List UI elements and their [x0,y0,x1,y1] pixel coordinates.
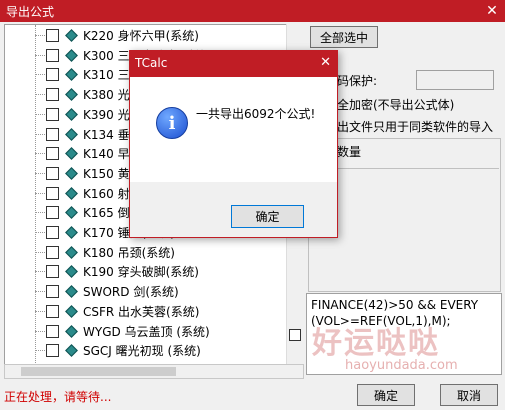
tree-branch-line [35,74,45,76]
tree-item[interactable]: CSFR 出水芙蓉(系统) [5,301,303,321]
password-protect-label: 码保护: [337,74,378,88]
formula-icon [65,265,78,279]
tree-branch-line [35,35,45,36]
tree-branch-line [35,192,45,194]
formula-icon [65,147,78,161]
tree-item-checkbox[interactable] [46,68,59,82]
tree-item-checkbox[interactable] [46,48,59,62]
tree-item[interactable]: K180 吊颈(系统) [5,242,303,262]
watermark-url: haoyundada.com [345,358,458,373]
formula-icon [65,206,78,220]
status-text: 正在处理，请等待... [4,390,112,404]
formula-icon [65,324,78,338]
tree-item-checkbox[interactable] [46,186,59,200]
cancel-button[interactable]: 取消 [440,384,498,406]
tree-item-checkbox[interactable] [46,206,59,220]
tree-item-checkbox[interactable] [46,147,59,161]
tree-item-label: K180 吊颈(系统) [83,245,175,260]
tree-branch-line [35,232,45,233]
export-same-software-option[interactable]: 出文件只用于同类软件的导入 [337,118,493,135]
formula-icon [65,226,78,239]
info-icon: i [156,107,188,139]
tree-branch-line [35,153,45,155]
dialog-ok-button[interactable]: 确定 [231,205,304,228]
tree-item-checkbox[interactable] [46,166,59,180]
dialog-title: TCalc [135,56,168,70]
tree-item-label: K190 穿头破脚(系统) [83,265,199,280]
formula-icon [65,48,78,62]
tree-item[interactable]: K220 身怀六甲(系统) [5,25,303,45]
tree-item-label: K220 身怀六甲(系统) [83,29,199,43]
tree-item[interactable]: SGCJ 曙光初现 (系统) [5,340,303,360]
tree-branch-line [35,172,45,174]
tree-item[interactable]: WYGD 乌云盖顶 (系统) [5,321,303,341]
tree-item-checkbox[interactable] [46,344,59,358]
close-icon[interactable]: ✕ [479,0,505,22]
formula-icon [65,29,78,42]
preview-checkbox[interactable] [289,329,301,341]
tree-item-checkbox[interactable] [46,226,59,239]
tree-branch-line [35,291,45,293]
tree-item-label: CSFR 出水芙蓉(系统) [83,304,200,319]
dialog-message: 一共导出6092个公式! [196,107,316,121]
tree-item-label: SGCJ 曙光初现 (系统) [83,344,201,359]
tree-branch-line [35,350,45,352]
tree-item-checkbox[interactable] [46,304,59,318]
tree-branch-line [35,310,45,312]
tree-branch-line [35,271,45,273]
formula-icon [65,245,78,259]
tree-branch-line [35,212,45,214]
tree-branch-line [35,133,45,135]
formula-icon [65,127,78,141]
formula-icon [65,167,78,180]
watermark-logo: 好运哒哒 [312,326,440,361]
dialog-titlebar: TCalc ✕ [130,51,337,77]
scrollbar-thumb[interactable] [21,367,176,376]
tree-item[interactable]: K190 穿头破脚(系统) [5,261,303,281]
ok-button[interactable]: 确定 [357,384,415,406]
formula-icon [65,186,78,200]
dialog-close-icon[interactable]: ✕ [320,55,331,70]
encrypt-all-option[interactable]: 全加密(不导出公式体) [337,96,454,113]
tree-branch-line [35,251,45,253]
count-label: 数量 [337,145,362,159]
window-title: 导出公式 [6,5,55,19]
formula-icon [65,88,78,101]
tree-branch-line [35,54,45,56]
password-input[interactable] [416,70,494,90]
window-titlebar: 导出公式 ✕ [0,0,505,22]
formula-icon [65,68,78,82]
tree-branch-line [35,94,45,96]
tree-item-checkbox[interactable] [46,245,59,259]
tree-branch-line [35,113,45,115]
tree-item-checkbox[interactable] [46,324,59,338]
tree-item-checkbox[interactable] [46,285,59,299]
tree-horizontal-scrollbar[interactable] [4,364,304,379]
formula-icon [65,107,78,121]
tree-item-label: SWORD 剑(系统) [83,285,179,300]
formula-icon [65,304,78,318]
tree-item-checkbox[interactable] [46,88,59,102]
tree-item-checkbox[interactable] [46,265,59,279]
message-dialog: TCalc ✕ i 一共导出6092个公式! 确定 [129,50,338,238]
tree-item[interactable]: SWORD 剑(系统) [5,281,303,301]
formula-icon [65,285,78,298]
tree-item-checkbox[interactable] [46,127,59,141]
tree-item-checkbox[interactable] [46,107,59,121]
dialog-body: i 一共导出6092个公式! [130,77,337,182]
tree-branch-line [35,330,45,332]
formula-icon [65,344,78,358]
tree-item-label: WYGD 乌云盖顶 (系统) [83,324,210,339]
select-all-button[interactable]: 全部选中 [310,26,378,48]
tree-item-checkbox[interactable] [46,29,59,42]
